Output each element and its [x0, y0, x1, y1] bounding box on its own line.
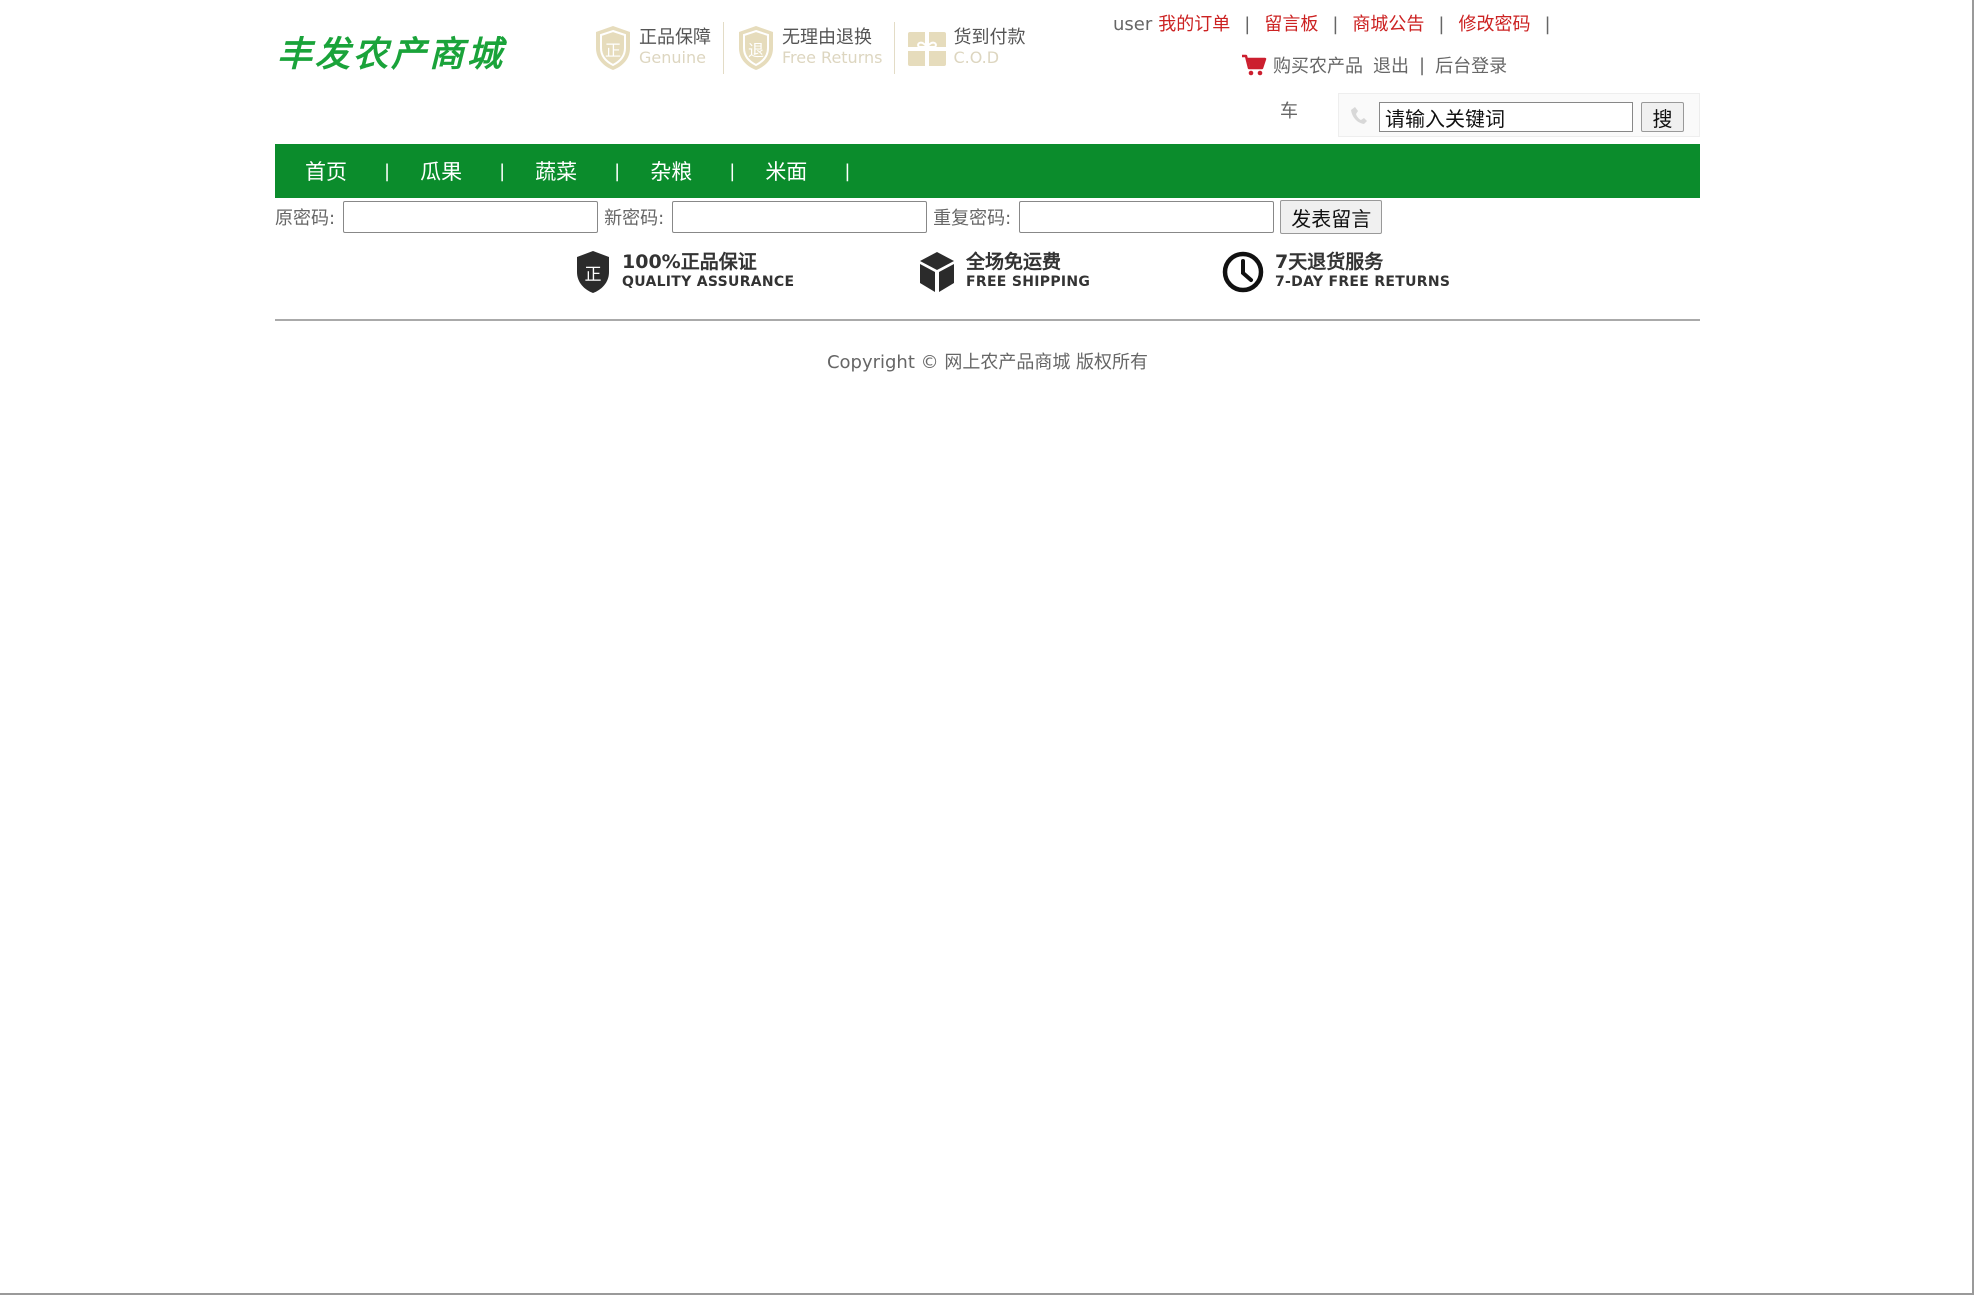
promise-returns-text: 无理由退换 Free Returns — [782, 28, 882, 68]
main-nav: 首页 | 瓜果 | 蔬菜 | 杂粮 | 米面 | — [275, 144, 1700, 198]
service-quality: 正 100%正品保证 QUALITY ASSURANCE — [574, 248, 794, 296]
change-password-link[interactable]: 修改密码 — [1459, 14, 1531, 35]
cart-line: 购买农产品 退出 | 后台登录 — [1241, 52, 1507, 78]
my-orders-link[interactable]: 我的订单 — [1158, 14, 1230, 35]
promise-subtitle: Genuine — [639, 48, 706, 67]
repeat-password-field[interactable] — [1019, 201, 1275, 233]
service-title: 7天退货服务 — [1275, 251, 1384, 273]
cart-label-wrap[interactable]: 车 — [1280, 97, 1298, 123]
nav-separator: | — [499, 160, 506, 182]
page-wrapper: 丰发农产商城 正 正品保障 Genuine 退 无理由退换 Free Retur… — [275, 0, 1700, 400]
username: user — [1113, 14, 1153, 35]
nav-fruits[interactable]: 瓜果 — [420, 156, 462, 186]
svg-text:正: 正 — [605, 41, 621, 60]
service-subtitle: 7-DAY FREE RETURNS — [1275, 274, 1451, 290]
footer-divider — [275, 319, 1700, 321]
new-password-field[interactable] — [672, 201, 928, 233]
promise-returns: 退 无理由退换 Free Returns — [723, 22, 894, 74]
shield-quality-icon: 正 — [577, 251, 609, 293]
old-password-label: 原密码: — [275, 208, 336, 229]
service-title: 全场免运费 — [966, 251, 1062, 273]
service-bar: 正 100%正品保证 QUALITY ASSURANCE 全场免运费 FREE … — [275, 248, 1700, 300]
clock-icon — [1222, 251, 1264, 293]
svg-text:退: 退 — [748, 41, 764, 60]
separator: | — [1244, 14, 1251, 35]
service-title: 100%正品保证 — [622, 251, 757, 273]
old-password-field[interactable] — [343, 201, 599, 233]
nav-separator: | — [844, 160, 851, 182]
copyright-text: Copyright © 网上农产品商城 版权所有 — [826, 352, 1149, 373]
promise-title: 无理由退换 — [782, 27, 872, 48]
cart-icon[interactable] — [1241, 53, 1267, 77]
promise-genuine-text: 正品保障 Genuine — [639, 28, 711, 68]
buy-products-cart-link[interactable]: 购买农产品 — [1273, 52, 1363, 78]
message-board-link[interactable]: 留言板 — [1264, 14, 1318, 35]
promise-subtitle: C.O.D — [953, 48, 1000, 67]
change-password-form: 原密码: 新密码: 重复密码: 发表留言 — [275, 200, 1383, 234]
search-button[interactable]: 搜 — [1641, 102, 1684, 132]
service-subtitle: QUALITY ASSURANCE — [622, 274, 795, 290]
repeat-password-label: 重复密码: — [933, 208, 1012, 229]
promise-title: 正品保障 — [639, 27, 711, 48]
separator: | — [1332, 14, 1339, 35]
svg-text:正: 正 — [585, 265, 602, 285]
nav-rice-noodles[interactable]: 米面 — [765, 156, 807, 186]
service-subtitle: FREE SHIPPING — [966, 274, 1091, 290]
submit-button[interactable]: 发表留言 — [1280, 200, 1383, 234]
gift-icon — [908, 32, 947, 66]
top-user-nav: user 我的订单 | 留言板 | 商城公告 | 修改密码 | — [1113, 10, 1565, 36]
promise-genuine: 正 正品保障 Genuine — [593, 22, 723, 74]
nav-vegetables[interactable]: 蔬菜 — [535, 156, 577, 186]
new-password-label: 新密码: — [604, 208, 665, 229]
promise-cod: 货到付款 C.O.D — [894, 22, 1037, 74]
service-shipping: 全场免运费 FREE SHIPPING — [918, 248, 1090, 296]
nav-home[interactable]: 首页 — [305, 156, 347, 186]
promise-strip: 正 正品保障 Genuine 退 无理由退换 Free Returns 货到付款… — [593, 22, 1037, 74]
promise-cod-text: 货到付款 C.O.D — [953, 28, 1025, 68]
admin-login-link[interactable]: 后台登录 — [1435, 52, 1507, 78]
shield-tui-icon: 退 — [739, 26, 773, 70]
nav-separator: | — [729, 160, 736, 182]
search-input[interactable] — [1379, 102, 1633, 132]
nav-separator: | — [384, 160, 391, 182]
separator: | — [1438, 14, 1445, 35]
service-returns: 7天退货服务 7-DAY FREE RETURNS — [1221, 248, 1450, 296]
search-box: 搜 — [1338, 93, 1700, 137]
service-shipping-text: 全场免运费 FREE SHIPPING — [966, 252, 1090, 292]
separator: | — [1419, 54, 1426, 76]
box-icon — [920, 252, 954, 292]
announcement-link[interactable]: 商城公告 — [1352, 14, 1424, 35]
site-logo[interactable]: 丰发农产商城 — [277, 26, 505, 77]
shield-zheng-icon: 正 — [596, 26, 630, 70]
nav-separator: | — [614, 160, 621, 182]
service-quality-text: 100%正品保证 QUALITY ASSURANCE — [622, 252, 794, 292]
separator: | — [1544, 14, 1551, 35]
logout-link[interactable]: 退出 — [1373, 52, 1409, 78]
service-returns-text: 7天退货服务 7-DAY FREE RETURNS — [1275, 252, 1450, 292]
promise-title: 货到付款 — [953, 27, 1026, 48]
phone-icon — [1351, 107, 1367, 124]
promise-subtitle: Free Returns — [782, 48, 883, 67]
nav-grains[interactable]: 杂粮 — [650, 156, 692, 186]
